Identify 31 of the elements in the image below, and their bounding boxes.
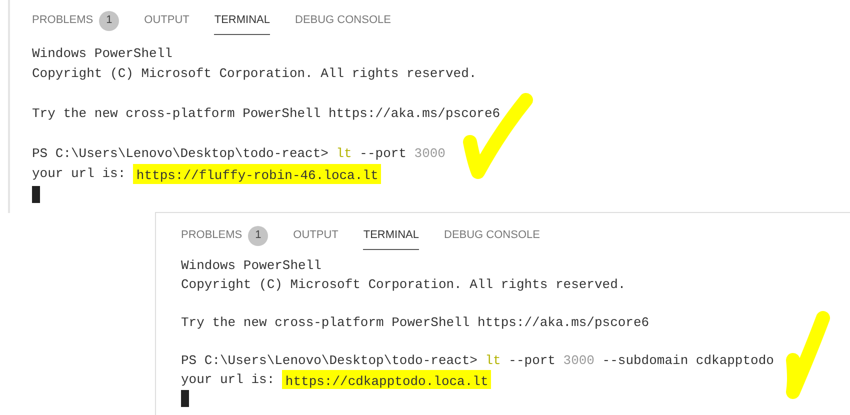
count-badge: 1 xyxy=(248,226,268,246)
terminal-text: your url is: xyxy=(181,371,276,389)
terminal-text: PS C:\Users\Lenovo\Desktop\todo-react> xyxy=(181,352,478,370)
panel-tab[interactable]: PROBLEMS xyxy=(181,228,242,250)
number-text: 3000 xyxy=(563,352,594,370)
command-text: lt xyxy=(485,352,501,370)
panel-tab[interactable]: TERMINAL xyxy=(214,13,270,35)
terminal-text: --port xyxy=(358,145,408,163)
terminal-text: Windows PowerShell xyxy=(181,257,322,275)
highlighted-url: https://fluffy-robin-46.loca.lt xyxy=(133,164,382,184)
cursor xyxy=(32,186,40,202)
terminal-text: Try the new cross-platform PowerShell https://aka.ms/pscore6 xyxy=(32,105,500,123)
panel-tab[interactable]: DEBUG CONSOLE xyxy=(295,13,391,35)
terminal-text: --port xyxy=(508,352,556,370)
count-badge: 1 xyxy=(99,10,120,30)
terminal-text: Try the new cross-platform PowerShell https://aka.ms/pscore6 xyxy=(181,314,650,332)
panel-tab[interactable]: TERMINAL xyxy=(363,228,419,250)
command-text: lt xyxy=(336,145,352,163)
cursor xyxy=(181,390,189,407)
panel-tab[interactable]: DEBUG CONSOLE xyxy=(444,228,540,250)
panel-tab[interactable]: OUTPUT xyxy=(293,228,338,250)
panel-tab[interactable]: OUTPUT xyxy=(144,13,190,35)
number-text: 3000 xyxy=(414,145,446,163)
terminal-text: Copyright (C) Microsoft Corporation. All rights reserved. xyxy=(32,65,477,83)
highlighted-url: https://cdkapptodo.loca.lt xyxy=(282,370,492,389)
terminal-text: --subdomain cdkapptodo xyxy=(601,352,774,370)
terminal-text: Windows PowerShell xyxy=(32,45,172,63)
panel-tab[interactable]: PROBLEMS xyxy=(32,13,94,35)
terminal-text: PS C:\Users\Lenovo\Desktop\todo-react> xyxy=(32,145,330,163)
terminal-text: your url is: xyxy=(32,165,127,183)
terminal-text: Copyright (C) Microsoft Corporation. All rights reserved. xyxy=(181,276,626,294)
